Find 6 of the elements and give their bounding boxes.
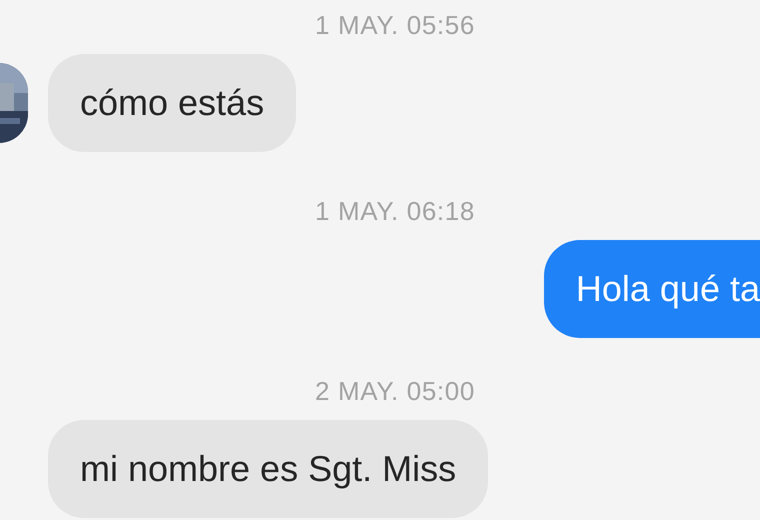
- message-timestamp: 1 MAY. 05:56: [314, 8, 476, 42]
- message-timestamp: 2 MAY. 05:00: [314, 374, 476, 408]
- incoming-message-bubble: cómo estás: [48, 54, 296, 152]
- message-timestamp: 1 MAY. 06:18: [314, 194, 476, 228]
- outgoing-message-bubble: Hola qué ta: [544, 240, 760, 338]
- incoming-message-bubble: mi nombre es Sgt. Miss: [48, 420, 488, 518]
